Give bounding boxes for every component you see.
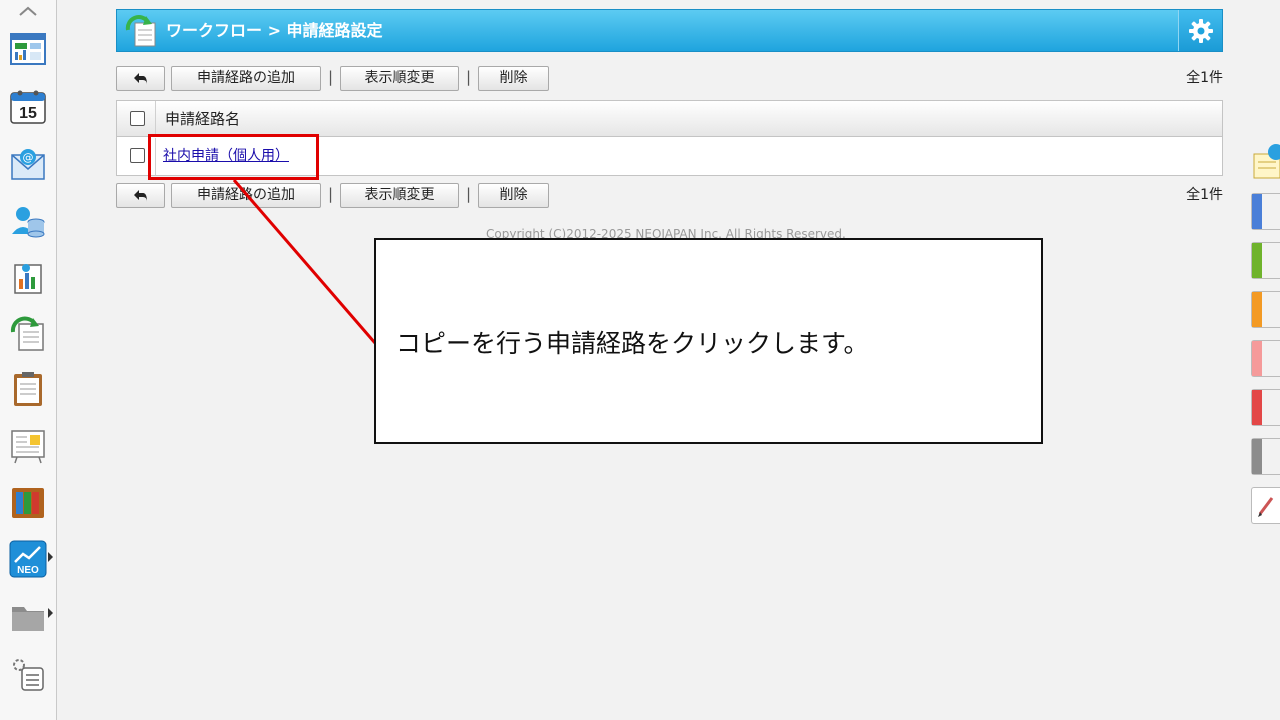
svg-text:@: @: [23, 151, 34, 164]
pencil-icon[interactable]: [1251, 487, 1280, 524]
reorder-button[interactable]: 表示順変更: [340, 66, 459, 91]
gear-icon[interactable]: [1178, 10, 1222, 51]
bottom-toolbar: 申請経路の追加 | 表示順変更 | 削除 全1件: [116, 183, 1223, 210]
back-arrow-icon: [133, 72, 147, 85]
portal-icon[interactable]: [9, 30, 47, 68]
folder-icon[interactable]: [9, 597, 47, 635]
expand-arrow-icon[interactable]: [48, 552, 53, 562]
page-title: ワークフロー > 申請経路設定: [166, 21, 383, 40]
select-all-cell: [117, 101, 156, 136]
highlight-box: [148, 134, 319, 180]
record-count: 全1件: [1186, 70, 1223, 86]
column-header-route-name: 申請経路名: [165, 110, 241, 128]
expand-arrow-icon[interactable]: [48, 608, 53, 618]
color-tab-blue[interactable]: [1251, 193, 1280, 230]
back-button[interactable]: [116, 183, 165, 208]
calendar-day: 15: [19, 105, 37, 122]
back-arrow-icon: [133, 189, 147, 202]
reorder-button[interactable]: 表示順変更: [340, 183, 459, 208]
separator: |: [466, 185, 472, 203]
neo-app-icon[interactable]: NEO: [9, 540, 47, 578]
record-count: 全1件: [1186, 187, 1223, 203]
address-book-icon[interactable]: [9, 202, 47, 240]
color-tab-orange[interactable]: [1251, 291, 1280, 328]
top-toolbar: 申請経路の追加 | 表示順変更 | 削除 全1件: [116, 66, 1223, 93]
app-sidebar: 15 @ NEO: [0, 0, 57, 720]
color-tab-gray[interactable]: [1251, 438, 1280, 475]
instruction-callout: コピーを行う申請経路をクリックします。: [374, 238, 1043, 444]
workflow-icon: [125, 15, 156, 47]
separator: |: [466, 68, 472, 86]
chevron-up-icon[interactable]: [0, 0, 56, 22]
add-route-button[interactable]: 申請経路の追加: [171, 66, 321, 91]
color-tab-pink[interactable]: [1251, 340, 1280, 377]
report-icon[interactable]: [9, 259, 47, 297]
instruction-text: コピーを行う申請経路をクリックします。: [396, 329, 869, 358]
delete-button[interactable]: 削除: [478, 66, 549, 91]
memo-icon[interactable]: [9, 370, 47, 408]
add-route-button[interactable]: 申請経路の追加: [171, 183, 321, 208]
separator: |: [328, 68, 334, 86]
webmail-icon[interactable]: @: [9, 145, 47, 183]
bulletin-icon[interactable]: [9, 427, 47, 465]
neo-label: NEO: [17, 565, 39, 576]
workflow-icon[interactable]: [9, 314, 47, 352]
back-button[interactable]: [116, 66, 165, 91]
cabinet-icon[interactable]: [9, 484, 47, 522]
row-checkbox[interactable]: [130, 148, 145, 163]
delete-button[interactable]: 削除: [478, 183, 549, 208]
color-tab-green[interactable]: [1251, 242, 1280, 279]
settings-list-icon[interactable]: [9, 656, 47, 694]
sticky-note-icon[interactable]: [1252, 140, 1280, 180]
color-tab-red[interactable]: [1251, 389, 1280, 426]
calendar-icon[interactable]: 15: [9, 88, 47, 126]
page-header: ワークフロー > 申請経路設定: [116, 9, 1223, 52]
select-all-checkbox[interactable]: [130, 111, 145, 126]
separator: |: [328, 185, 334, 203]
table-header: 申請経路名: [117, 101, 1222, 137]
